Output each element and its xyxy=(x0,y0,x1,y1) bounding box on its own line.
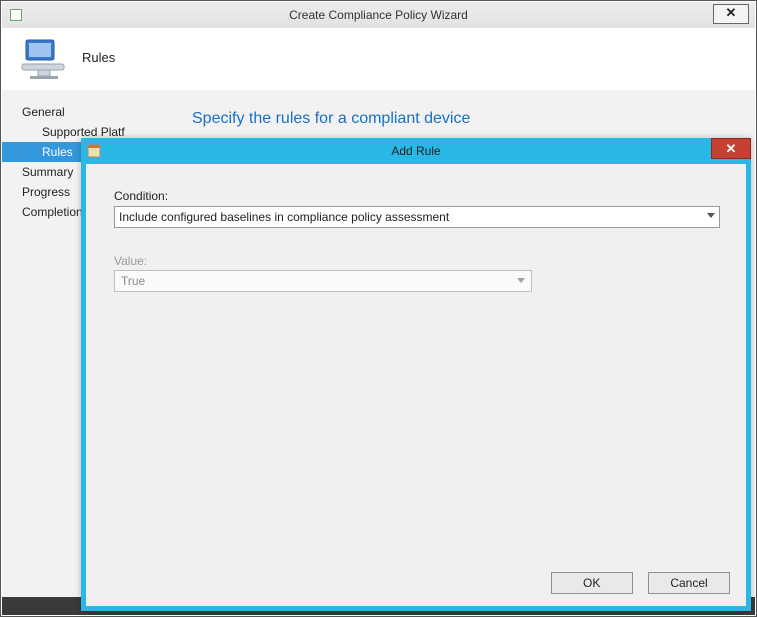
wizard-header-title: Rules xyxy=(82,50,115,65)
sidebar-item-label: Rules xyxy=(42,145,73,159)
wizard-header: Rules xyxy=(2,28,755,91)
value-dropdown: True xyxy=(114,270,532,292)
add-rule-dialog: Add Rule ✕ Condition: Include configured… xyxy=(81,138,751,611)
chevron-down-icon xyxy=(707,213,715,218)
close-icon: ✕ xyxy=(726,141,737,156)
cancel-button[interactable]: Cancel xyxy=(648,572,730,594)
dialog-close-button[interactable]: ✕ xyxy=(711,138,751,159)
close-icon: ✕ xyxy=(726,5,737,20)
value-label: Value: xyxy=(114,254,147,268)
dialog-titlebar[interactable]: Add Rule ✕ xyxy=(81,138,751,164)
wizard-close-button[interactable]: ✕ xyxy=(713,4,749,24)
dialog-title: Add Rule xyxy=(81,138,751,164)
ok-button[interactable]: OK xyxy=(551,572,633,594)
dialog-button-row: OK Cancel xyxy=(539,572,730,594)
sidebar-item-label: General xyxy=(22,105,65,119)
sidebar-item-label: Completion xyxy=(22,205,83,219)
wizard-titlebar: Create Compliance Policy Wizard ✕ xyxy=(2,2,755,29)
condition-label: Condition: xyxy=(114,189,168,203)
condition-dropdown[interactable]: Include configured baselines in complian… xyxy=(114,206,720,228)
computer-icon xyxy=(20,36,66,82)
sidebar-item-general[interactable]: General xyxy=(2,102,182,122)
app-window: Create Compliance Policy Wizard ✕ Rules … xyxy=(0,0,757,617)
condition-value: Include configured baselines in complian… xyxy=(119,210,449,224)
chevron-down-icon xyxy=(517,278,525,283)
main-instruction: Specify the rules for a compliant device xyxy=(192,110,470,128)
sidebar-item-label: Supported Platf xyxy=(42,125,125,139)
sidebar-item-label: Progress xyxy=(22,185,70,199)
sidebar-item-label: Summary xyxy=(22,165,73,179)
value-value: True xyxy=(121,274,145,288)
dialog-body: Condition: Include configured baselines … xyxy=(86,164,746,606)
wizard-title: Create Compliance Policy Wizard xyxy=(2,2,755,28)
